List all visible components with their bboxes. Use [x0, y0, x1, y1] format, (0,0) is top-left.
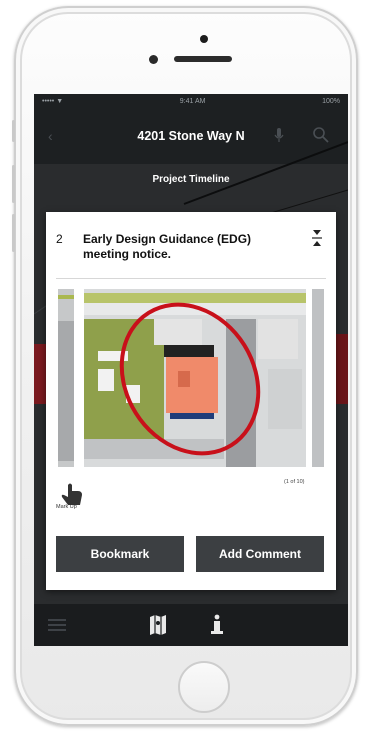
list-icon[interactable] [48, 618, 66, 632]
card-divider [56, 278, 326, 279]
timeline-card: 2 Early Design Guidance (EDG) meeting no… [46, 212, 336, 590]
volume-up-button [12, 165, 15, 203]
collapse-icon[interactable] [311, 228, 323, 248]
battery-level: 100% [322, 97, 340, 105]
map-icon[interactable] [148, 614, 168, 636]
app-screen: ••••• ▼ 9:41 AM 100% ‹ 4201 Stone Way N … [34, 94, 348, 646]
earpiece-speaker [174, 56, 232, 62]
search-icon[interactable] [312, 126, 330, 144]
mic-icon[interactable] [274, 127, 284, 143]
front-camera [149, 55, 158, 64]
chevron-left-icon[interactable]: ‹ [48, 128, 53, 144]
home-button[interactable] [178, 661, 230, 713]
status-bar: ••••• ▼ 9:41 AM 100% [34, 94, 348, 108]
markup-label: Mark Up [56, 504, 77, 510]
camera-dot [200, 35, 208, 43]
carrier-signal: ••••• ▼ [42, 97, 64, 105]
page-counter: (1 of 10) [284, 479, 305, 485]
info-icon[interactable] [210, 614, 224, 636]
bookmark-button[interactable]: Bookmark [56, 536, 184, 572]
item-title: Early Design Guidance (EDG) meeting noti… [83, 232, 252, 261]
section-title: Project Timeline [152, 174, 230, 185]
page-title: 4201 Stone Way N [137, 129, 245, 143]
nav-bar: ‹ 4201 Stone Way N [34, 108, 348, 164]
site-plan-image[interactable] [58, 289, 324, 467]
add-comment-button[interactable]: Add Comment [196, 536, 324, 572]
tab-bar [34, 604, 348, 646]
item-number: 2 [56, 232, 63, 246]
mute-switch [12, 120, 15, 142]
status-time: 9:41 AM [179, 97, 206, 105]
volume-down-button [12, 214, 15, 252]
